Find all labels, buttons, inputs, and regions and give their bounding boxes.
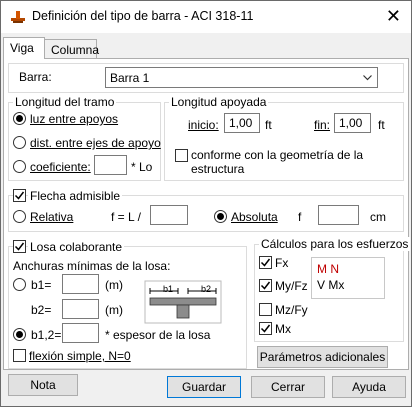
conforme-checkbox[interactable] bbox=[175, 149, 188, 162]
mzfy-label: Mz/Fy bbox=[275, 303, 308, 317]
title-bar: Definición del tipo de barra - ACI 318-1… bbox=[1, 1, 411, 33]
b12-suffix: * espesor de la losa bbox=[105, 328, 211, 342]
fig-b2-label: b2 bbox=[201, 284, 212, 294]
check-icon bbox=[14, 242, 25, 251]
longitud-tramo-title: Longitud del tramo bbox=[13, 95, 117, 109]
b2-unit: (m) bbox=[105, 303, 123, 317]
absoluta-input[interactable] bbox=[318, 205, 359, 225]
longitud-apoyada-title: Longitud apoyada bbox=[169, 95, 269, 109]
b12-input[interactable] bbox=[62, 323, 99, 343]
cerrar-button[interactable]: Cerrar bbox=[251, 376, 325, 398]
myfz-label: My/Fz bbox=[275, 279, 308, 293]
inicio-input[interactable]: 1,00 bbox=[224, 113, 260, 133]
coeficiente-label: coeficiente: bbox=[30, 160, 91, 174]
conforme-label-line2: estructura bbox=[191, 162, 245, 176]
absoluta-unit: cm bbox=[370, 210, 386, 224]
legend-mn: M N bbox=[317, 262, 339, 276]
inicio-unit: ft bbox=[265, 118, 272, 132]
parametros-adicionales-button[interactable]: Parámetros adicionales bbox=[257, 346, 388, 368]
fx-checkbox[interactable] bbox=[259, 256, 272, 269]
calculos-title: Cálculos para los esfuerzos bbox=[259, 237, 411, 251]
check-icon bbox=[14, 191, 25, 200]
guardar-button[interactable]: Guardar bbox=[167, 376, 241, 398]
app-icon bbox=[11, 11, 25, 23]
losa-checkbox[interactable] bbox=[13, 240, 26, 253]
losa-label: Losa colaborante bbox=[28, 240, 125, 254]
coeficiente-suffix: * Lo bbox=[131, 160, 153, 174]
relativa-label: Relativa bbox=[30, 210, 74, 224]
barra-label: Barra: bbox=[19, 70, 52, 84]
window-title: Definición del tipo de barra - ACI 318-1… bbox=[32, 9, 254, 23]
b2-input[interactable] bbox=[62, 299, 99, 319]
b1-input[interactable] bbox=[62, 274, 99, 294]
b12-label: b1,2= bbox=[31, 328, 62, 342]
relativa-radio[interactable] bbox=[13, 210, 26, 223]
flecha-label: Flecha admisible bbox=[28, 189, 123, 203]
dist-ejes-radio[interactable] bbox=[13, 136, 26, 149]
close-icon[interactable]: ✕ bbox=[386, 6, 401, 26]
fx-label: Fx bbox=[275, 256, 289, 270]
ayuda-button[interactable]: Ayuda bbox=[332, 376, 406, 398]
absoluta-label: Absoluta bbox=[231, 210, 278, 224]
nota-button[interactable]: Nota bbox=[8, 374, 78, 396]
absoluta-f-label: f bbox=[298, 210, 302, 224]
fig-b1-label: b1 bbox=[163, 284, 174, 294]
mzfy-checkbox[interactable] bbox=[259, 303, 272, 316]
relativa-formula: f = L / bbox=[111, 210, 141, 224]
b1-radio[interactable] bbox=[13, 278, 26, 291]
check-icon bbox=[260, 281, 271, 290]
absoluta-radio[interactable] bbox=[214, 210, 227, 223]
fin-input[interactable]: 1,00 bbox=[334, 113, 371, 133]
relativa-input[interactable] bbox=[150, 205, 188, 225]
tab-viga[interactable]: Viga bbox=[3, 37, 45, 59]
fin-unit: ft bbox=[378, 118, 385, 132]
tab-columna[interactable]: Columna bbox=[45, 39, 99, 58]
fin-label: fin: bbox=[314, 118, 331, 132]
dialog-window: Definición del tipo de barra - ACI 318-1… bbox=[0, 0, 412, 407]
coeficiente-radio[interactable] bbox=[13, 160, 26, 173]
chevron-down-icon bbox=[363, 75, 372, 81]
check-icon bbox=[260, 258, 271, 267]
legend-vmx: V Mx bbox=[317, 278, 345, 292]
luz-entre-apoyos-label: luz entre apoyos bbox=[30, 112, 119, 126]
b2-label: b2= bbox=[31, 303, 52, 317]
b12-radio[interactable] bbox=[13, 328, 26, 341]
b1-label: b1= bbox=[31, 278, 52, 292]
mx-label: Mx bbox=[275, 322, 291, 336]
b1-unit: (m) bbox=[105, 278, 123, 292]
flecha-checkbox[interactable] bbox=[13, 189, 26, 202]
inicio-label: inicio: bbox=[188, 118, 219, 132]
check-icon bbox=[260, 324, 271, 333]
dist-ejes-label: dist. entre ejes de apoyo bbox=[30, 136, 161, 150]
anchuras-label: Anchuras mínimas de la losa: bbox=[13, 259, 171, 273]
myfz-checkbox[interactable] bbox=[259, 279, 272, 292]
barra-select-value: Barra 1 bbox=[110, 71, 150, 85]
luz-entre-apoyos-radio[interactable] bbox=[13, 112, 26, 125]
coeficiente-input[interactable] bbox=[94, 155, 127, 175]
mx-checkbox[interactable] bbox=[259, 322, 272, 335]
conforme-label-line1: conforme con la geometría de la bbox=[191, 148, 364, 162]
flexion-label: flexión simple, N=0 bbox=[29, 349, 131, 363]
flexion-checkbox[interactable] bbox=[13, 349, 26, 362]
barra-select[interactable]: Barra 1 bbox=[105, 67, 378, 88]
